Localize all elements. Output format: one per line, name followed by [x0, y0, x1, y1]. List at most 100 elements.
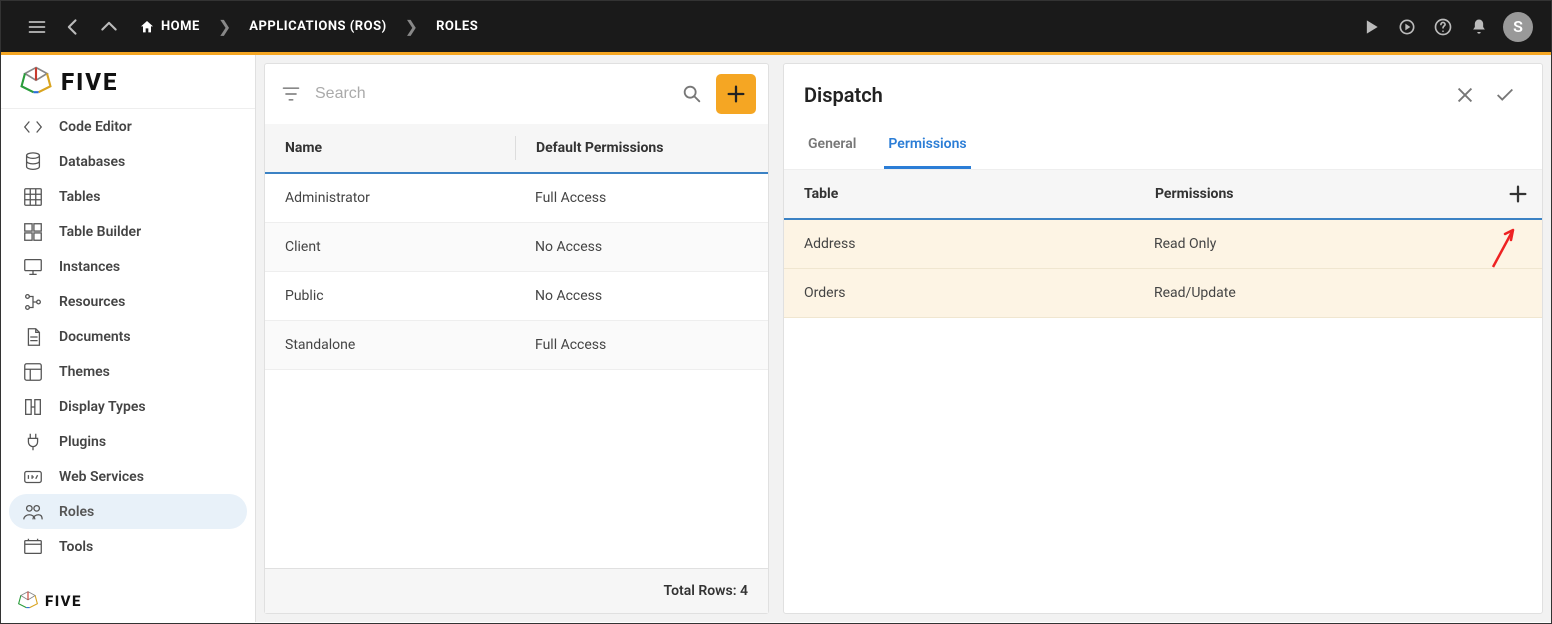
sidebar-item-documents[interactable]: Documents — [9, 319, 247, 354]
tree-icon — [21, 290, 45, 314]
sidebar-item-label: Tools — [59, 539, 93, 555]
breadcrumb-roles[interactable]: ROLES — [428, 19, 486, 34]
cell-permission: Full Access — [515, 174, 768, 222]
cell-table: Orders — [784, 269, 1134, 317]
permissions-table-header: Table Permissions — [784, 170, 1542, 220]
add-role-button[interactable] — [716, 74, 756, 114]
deploy-icon[interactable] — [1389, 9, 1425, 45]
breadcrumb-home[interactable]: HOME — [131, 19, 208, 35]
plug-icon — [21, 430, 45, 454]
column-permissions[interactable]: Permissions — [1135, 170, 1493, 218]
sidebar: FIVE Code Editor Databases Tables Table Bui… — [1, 55, 256, 622]
save-button[interactable] — [1488, 78, 1522, 112]
sidebar-item-label: Documents — [59, 329, 131, 345]
sidebar-item-label: Web Services — [59, 469, 144, 485]
search-bar — [265, 64, 768, 124]
sidebar-item-label: Themes — [59, 364, 110, 380]
sidebar-item-tables[interactable]: Tables — [9, 179, 247, 214]
sidebar-item-label: Display Types — [59, 399, 146, 415]
search-icon[interactable] — [678, 80, 706, 108]
cell-name: Public — [265, 272, 515, 320]
sidebar-item-table-builder[interactable]: Table Builder — [9, 214, 247, 249]
filter-icon[interactable] — [277, 80, 305, 108]
cell-name: Standalone — [265, 321, 515, 369]
sidebar-item-code-editor[interactable]: Code Editor — [9, 109, 247, 144]
code-icon — [21, 115, 45, 139]
document-icon — [21, 325, 45, 349]
sidebar-item-instances[interactable]: Instances — [9, 249, 247, 284]
menu-icon[interactable] — [19, 9, 55, 45]
sidebar-item-label: Roles — [59, 504, 94, 520]
cell-permission: No Access — [515, 272, 768, 320]
table-row[interactable]: PublicNo Access — [265, 272, 768, 321]
sidebar-item-tools[interactable]: Tools — [9, 529, 247, 564]
back-icon[interactable] — [55, 9, 91, 45]
sidebar-item-label: Instances — [59, 259, 120, 275]
detail-tabs: General Permissions — [784, 126, 1542, 170]
table-row[interactable]: StandaloneFull Access — [265, 321, 768, 370]
column-table[interactable]: Table — [784, 170, 1134, 218]
cell-name: Administrator — [265, 174, 515, 222]
theme-icon — [21, 360, 45, 384]
close-button[interactable] — [1448, 78, 1482, 112]
grid-icon — [21, 185, 45, 209]
detail-panel: Dispatch General Permissions Table Permis… — [783, 63, 1543, 614]
footer-logo: FIVE — [1, 580, 255, 622]
help-icon[interactable] — [1425, 9, 1461, 45]
column-name[interactable]: Name — [265, 124, 515, 172]
table-row[interactable]: AddressRead Only — [784, 220, 1542, 269]
chevron-right-icon: ❯ — [212, 17, 237, 36]
roles-panel: Name Default Permissions AdministratorFu… — [264, 63, 769, 614]
table-row[interactable]: AdministratorFull Access — [265, 174, 768, 223]
detail-title: Dispatch — [804, 83, 1442, 107]
builder-icon — [21, 220, 45, 244]
roles-footer: Total Rows: 4 — [265, 568, 768, 613]
sidebar-item-label: Databases — [59, 154, 125, 170]
cell-permission: Read Only — [1134, 220, 1542, 268]
tab-permissions[interactable]: Permissions — [884, 126, 970, 169]
cell-permission: No Access — [515, 223, 768, 271]
play-icon[interactable] — [1353, 9, 1389, 45]
detail-header: Dispatch — [784, 64, 1542, 126]
sidebar-item-label: Table Builder — [59, 224, 141, 240]
roles-table-header: Name Default Permissions — [265, 124, 768, 174]
breadcrumb-home-label: HOME — [161, 19, 200, 34]
five-logo-icon — [17, 590, 39, 612]
search-input[interactable] — [315, 85, 668, 103]
sidebar-item-themes[interactable]: Themes — [9, 354, 247, 389]
tab-general[interactable]: General — [804, 126, 860, 169]
cell-table: Address — [784, 220, 1134, 268]
database-icon — [21, 150, 45, 174]
sidebar-item-display-types[interactable]: Display Types — [9, 389, 247, 424]
five-logo-icon — [19, 65, 53, 99]
roles-icon — [21, 500, 45, 524]
brand-logo: FIVE — [1, 55, 255, 109]
sidebar-item-label: Code Editor — [59, 119, 132, 135]
up-icon[interactable] — [91, 9, 127, 45]
table-row[interactable]: OrdersRead/Update — [784, 269, 1542, 318]
sidebar-item-web-services[interactable]: Web Services — [9, 459, 247, 494]
sidebar-item-resources[interactable]: Resources — [9, 284, 247, 319]
breadcrumb-applications[interactable]: APPLICATIONS (ROS) — [241, 19, 394, 34]
cell-permission: Read/Update — [1134, 269, 1542, 317]
sidebar-item-plugins[interactable]: Plugins — [9, 424, 247, 459]
avatar[interactable]: S — [1503, 12, 1533, 42]
brand-name-footer: FIVE — [45, 592, 82, 610]
tools-icon — [21, 535, 45, 559]
cell-name: Client — [265, 223, 515, 271]
top-bar: HOME ❯ APPLICATIONS (ROS) ❯ ROLES S — [1, 1, 1551, 55]
sidebar-item-roles[interactable]: Roles — [9, 494, 247, 529]
monitor-icon — [21, 255, 45, 279]
display-icon — [21, 395, 45, 419]
table-row[interactable]: ClientNo Access — [265, 223, 768, 272]
brand-name: FIVE — [61, 68, 119, 96]
bell-icon[interactable] — [1461, 9, 1497, 45]
column-default-permissions[interactable]: Default Permissions — [516, 124, 768, 172]
sidebar-item-label: Tables — [59, 189, 100, 205]
add-permission-button[interactable] — [1494, 183, 1542, 205]
cell-permission: Full Access — [515, 321, 768, 369]
sidebar-item-databases[interactable]: Databases — [9, 144, 247, 179]
sidebar-item-label: Plugins — [59, 434, 106, 450]
content-area: Name Default Permissions AdministratorFu… — [256, 55, 1551, 622]
sidebar-item-label: Resources — [59, 294, 125, 310]
